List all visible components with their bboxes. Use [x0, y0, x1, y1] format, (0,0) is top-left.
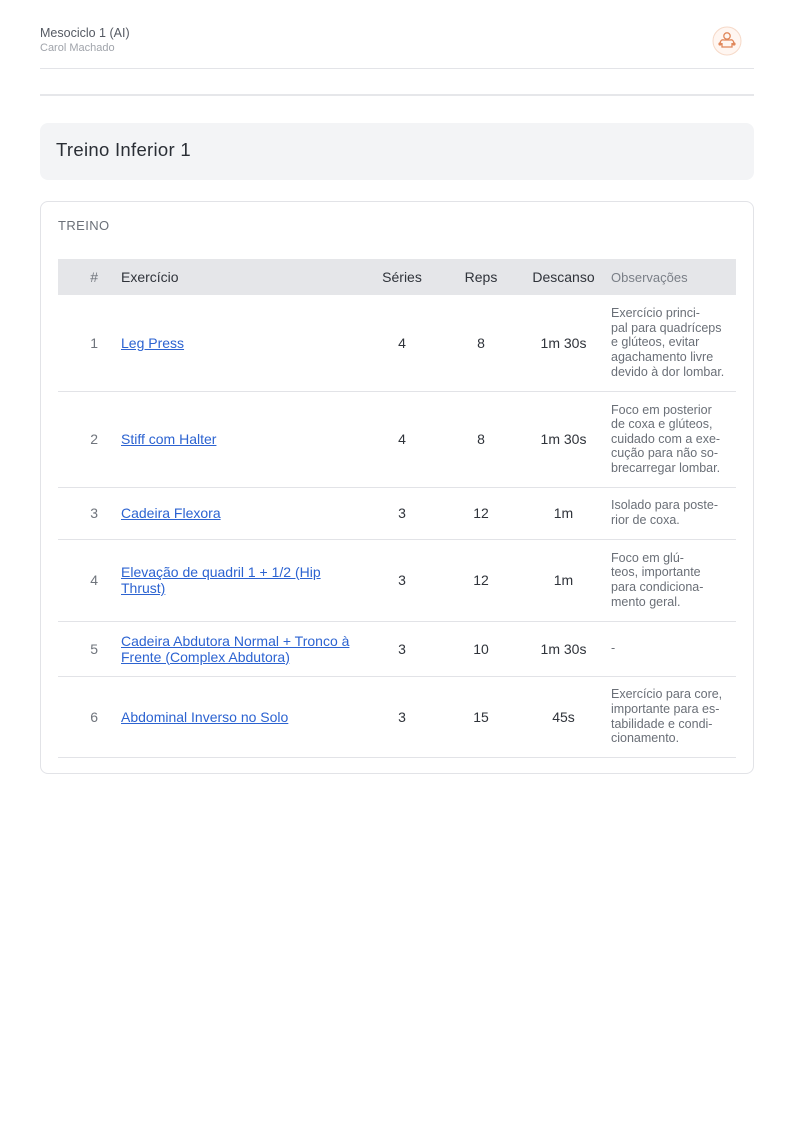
sets-cell: 3: [362, 621, 442, 677]
workout-title-card: Treino Inferior 1: [40, 123, 754, 180]
workout-name: Treino Inferior 1: [56, 139, 191, 160]
exercise-link[interactable]: Cadeira Abdutora Normal + Tronco à Frent…: [121, 633, 349, 665]
exercise-link[interactable]: Elevação de quadril 1 + 1/2 (Hip Thrust): [121, 564, 321, 596]
sets-cell: 4: [362, 295, 442, 392]
exercise-link[interactable]: Cadeira Flexora: [121, 505, 221, 521]
notes-cell: Exercício para core, importante para es-t…: [607, 676, 736, 758]
reps-cell: 12: [442, 487, 520, 540]
table-row: 5 Cadeira Abdutora Normal + Tronco à Fre…: [58, 621, 736, 677]
reps-cell: 8: [442, 391, 520, 488]
notes-cell: Exercício princi-pal para quadríceps e gl…: [607, 295, 736, 392]
header-reps: Reps: [464, 269, 498, 285]
rest-cell: 1m 30s: [520, 295, 607, 392]
table-row: 2 Stiff com Halter 4 8 1m 30s Foco em po…: [58, 391, 736, 488]
rest-cell: 45s: [520, 676, 607, 758]
exercise-link[interactable]: Abdominal Inverso no Solo: [121, 709, 288, 725]
exercise-link[interactable]: Stiff com Halter: [121, 431, 216, 447]
row-number: 6: [58, 676, 106, 758]
rest-cell: 1m: [520, 487, 607, 540]
row-number: 2: [58, 391, 106, 488]
sets-cell: 3: [362, 539, 442, 622]
notes-cell: -: [607, 621, 736, 677]
rest-cell: 1m 30s: [520, 391, 607, 488]
header-exercise: Exercício: [121, 269, 179, 285]
rest-cell: 1m: [520, 539, 607, 622]
row-number: 5: [58, 621, 106, 677]
client-name: Carol Machado: [40, 42, 115, 54]
notes-cell: Isolado para poste-rior de coxa.: [607, 487, 736, 540]
header-divider: [40, 94, 754, 96]
workout-panel: TREINO # Exercício Séries Reps Descanso …: [40, 201, 754, 774]
row-number: 1: [58, 295, 106, 392]
exercise-link[interactable]: Leg Press: [121, 335, 184, 351]
reps-cell: 15: [442, 676, 520, 758]
notes-cell: Foco em posterior de coxa e glúteos, cuida…: [607, 391, 736, 488]
notes-cell: Foco em glú-teos, importante para condici…: [607, 539, 736, 622]
mesocycle-title: Mesociclo 1 (AI): [40, 26, 130, 40]
reps-cell: 10: [442, 621, 520, 677]
header-rest: Descanso: [532, 269, 595, 285]
table-row: 1 Leg Press 4 8 1m 30s Exercício princi-…: [58, 295, 736, 392]
header-sets: Séries: [382, 269, 422, 285]
sets-cell: 3: [362, 676, 442, 758]
sets-cell: 3: [362, 487, 442, 540]
sets-cell: 4: [362, 391, 442, 488]
header-notes: Observações: [611, 269, 688, 285]
reps-cell: 8: [442, 295, 520, 392]
row-number: 4: [58, 539, 106, 622]
bodybuilder-logo-icon: [712, 26, 742, 56]
table-header-row: # Exercício Séries Reps Descanso Observa…: [58, 259, 736, 295]
table-row: 4 Elevação de quadril 1 + 1/2 (Hip Thrus…: [58, 539, 736, 622]
rest-cell: 1m 30s: [520, 621, 607, 677]
reps-cell: 12: [442, 539, 520, 622]
exercise-table: # Exercício Séries Reps Descanso Observa…: [58, 259, 736, 758]
table-row: 6 Abdominal Inverso no Solo 3 15 45s Exe…: [58, 676, 736, 758]
table-row: 3 Cadeira Flexora 3 12 1m Isolado para p…: [58, 487, 736, 540]
header-num: #: [90, 269, 98, 285]
row-number: 3: [58, 487, 106, 540]
page-header: Mesociclo 1 (AI) Carol Machado: [40, 26, 754, 69]
section-label: TREINO: [58, 218, 110, 233]
